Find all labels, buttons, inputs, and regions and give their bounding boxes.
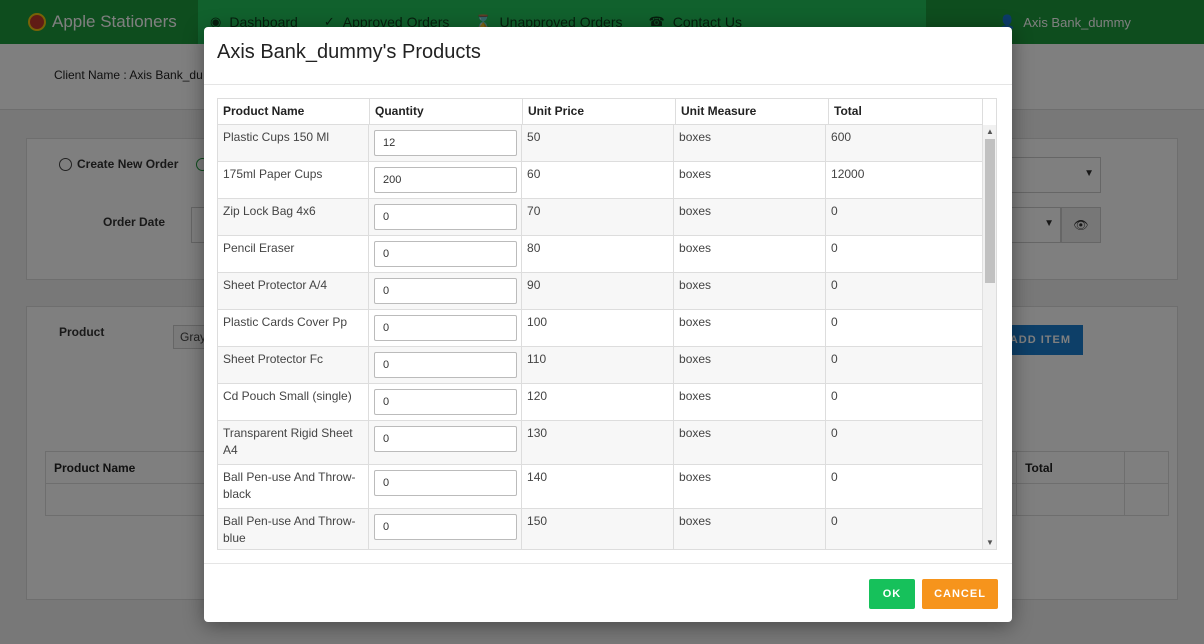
- product-name: Transparent Rigid Sheet A4: [218, 421, 370, 464]
- modal-footer: OK CANCEL: [204, 563, 1012, 622]
- table-row: Cd Pouch Small (single) 120 boxes 0: [218, 384, 982, 421]
- product-name: Sheet Protector Fc: [218, 347, 370, 383]
- unit-price: 70: [522, 199, 675, 235]
- product-name: Plastic Cups 150 Ml: [218, 125, 370, 161]
- row-total: 0: [831, 470, 838, 484]
- table-header: Product Name Quantity Unit Price Unit Me…: [218, 99, 986, 125]
- row-total: 600: [831, 130, 852, 144]
- table-row: Plastic Cards Cover Pp 100 boxes 0: [218, 310, 982, 347]
- unit-measure: boxes: [674, 384, 827, 420]
- unit-measure: boxes: [674, 347, 827, 383]
- unit-price: 60: [522, 162, 675, 198]
- unit-measure: boxes: [674, 310, 827, 346]
- row-total: 0: [831, 241, 838, 255]
- unit-measure: boxes: [674, 125, 827, 161]
- row-total: 12000: [831, 167, 865, 181]
- table-scrollbar[interactable]: ▲ ▼: [982, 125, 996, 549]
- row-total: 0: [831, 426, 838, 440]
- products-modal: Axis Bank_dummy's Products Product Name …: [204, 27, 1012, 622]
- scroll-up-icon[interactable]: ▲: [986, 127, 994, 136]
- table-row: Pencil Eraser 80 boxes 0: [218, 236, 982, 273]
- quantity-input[interactable]: [374, 352, 518, 378]
- quantity-input[interactable]: [374, 167, 518, 193]
- ok-button[interactable]: OK: [869, 579, 915, 609]
- table-row: Plastic Cups 150 Ml 50 boxes 600: [218, 125, 982, 162]
- quantity-input[interactable]: [374, 514, 518, 540]
- table-row: 175ml Paper Cups 60 boxes 12000: [218, 162, 982, 199]
- unit-measure: boxes: [674, 509, 827, 549]
- products-table: Product Name Quantity Unit Price Unit Me…: [217, 98, 997, 550]
- table-row: Ball Pen-use And Throw-black 140 boxes 0: [218, 465, 982, 509]
- row-total: 0: [831, 278, 838, 292]
- table-row: Transparent Rigid Sheet A4 130 boxes 0: [218, 421, 982, 465]
- unit-measure: boxes: [674, 236, 827, 272]
- quantity-input[interactable]: [374, 130, 518, 156]
- row-total: 0: [831, 315, 838, 329]
- table-row: Sheet Protector Fc 110 boxes 0: [218, 347, 982, 384]
- product-name: Plastic Cards Cover Pp: [218, 310, 370, 346]
- scroll-down-icon[interactable]: ▼: [986, 538, 994, 547]
- row-total: 0: [831, 389, 838, 403]
- col-unit-measure: Unit Measure: [676, 99, 829, 124]
- quantity-input[interactable]: [374, 241, 518, 267]
- unit-price: 120: [522, 384, 675, 420]
- unit-price: 50: [522, 125, 675, 161]
- unit-measure: boxes: [674, 162, 827, 198]
- unit-price: 150: [522, 509, 675, 549]
- product-name: Cd Pouch Small (single): [218, 384, 370, 420]
- modal-header: Axis Bank_dummy's Products: [204, 27, 1012, 85]
- col-quantity: Quantity: [370, 99, 523, 124]
- table-row: Ball Pen-use And Throw-blue 150 boxes 0: [218, 509, 982, 549]
- product-name: Pencil Eraser: [218, 236, 370, 272]
- unit-price: 140: [522, 465, 675, 508]
- unit-measure: boxes: [674, 465, 827, 508]
- table-body: Plastic Cups 150 Ml 50 boxes 600 175ml P…: [218, 125, 982, 549]
- quantity-input[interactable]: [374, 389, 518, 415]
- unit-measure: boxes: [674, 421, 827, 464]
- row-total: 0: [831, 204, 838, 218]
- scrollbar-thumb[interactable]: [985, 139, 995, 283]
- product-name: Ball Pen-use And Throw-blue: [218, 509, 370, 549]
- quantity-input[interactable]: [374, 204, 518, 230]
- unit-measure: boxes: [674, 273, 827, 309]
- col-unit-price: Unit Price: [523, 99, 676, 124]
- modal-title: Axis Bank_dummy's Products: [217, 41, 481, 63]
- quantity-input[interactable]: [374, 278, 518, 304]
- product-name: Zip Lock Bag 4x6: [218, 199, 370, 235]
- quantity-input[interactable]: [374, 426, 518, 452]
- product-name: 175ml Paper Cups: [218, 162, 370, 198]
- cancel-button[interactable]: CANCEL: [922, 579, 998, 609]
- unit-measure: boxes: [674, 199, 827, 235]
- unit-price: 110: [522, 347, 675, 383]
- quantity-input[interactable]: [374, 470, 518, 496]
- table-row: Sheet Protector A/4 90 boxes 0: [218, 273, 982, 310]
- table-row: Zip Lock Bag 4x6 70 boxes 0: [218, 199, 982, 236]
- unit-price: 130: [522, 421, 675, 464]
- unit-price: 90: [522, 273, 675, 309]
- unit-price: 100: [522, 310, 675, 346]
- product-name: Ball Pen-use And Throw-black: [218, 465, 370, 508]
- col-product-name: Product Name: [218, 99, 370, 124]
- unit-price: 80: [522, 236, 675, 272]
- product-name: Sheet Protector A/4: [218, 273, 370, 309]
- row-total: 0: [831, 352, 838, 366]
- col-total: Total: [834, 104, 862, 118]
- row-total: 0: [831, 514, 838, 528]
- quantity-input[interactable]: [374, 315, 518, 341]
